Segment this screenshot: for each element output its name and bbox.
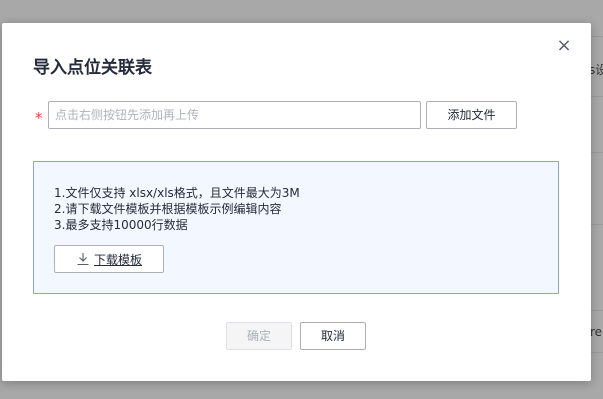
instruction-line: 1.文件仅支持 xlsx/xls格式，且文件最大为3M bbox=[54, 186, 300, 200]
import-dialog: 导入点位关联表 × * 添加文件 1.文件仅支持 xlsx/xls格式，且文件最… bbox=[2, 23, 591, 381]
add-file-button[interactable]: 添加文件 bbox=[426, 101, 517, 129]
dialog-title: 导入点位关联表 bbox=[33, 58, 152, 78]
bg-divider bbox=[591, 96, 603, 97]
bg-cell-text: s设 bbox=[589, 63, 603, 77]
bg-cell-text: re bbox=[590, 325, 603, 339]
download-template-button[interactable]: 下载模板 bbox=[54, 245, 164, 273]
close-icon[interactable]: × bbox=[555, 37, 573, 55]
cancel-button[interactable]: 取消 bbox=[300, 322, 366, 350]
required-mark: * bbox=[35, 109, 43, 127]
bg-divider bbox=[591, 36, 603, 37]
download-template-label: 下载模板 bbox=[93, 252, 142, 267]
download-icon bbox=[77, 253, 89, 266]
bg-divider bbox=[591, 152, 603, 153]
confirm-button[interactable]: 确定 bbox=[226, 322, 292, 350]
file-path-input[interactable] bbox=[48, 101, 421, 129]
bg-divider bbox=[591, 310, 603, 311]
instructions-panel: 1.文件仅支持 xlsx/xls格式，且文件最大为3M 2.请下载文件模板并根据… bbox=[33, 161, 559, 294]
bg-divider bbox=[591, 352, 603, 353]
instruction-line: 3.最多支持10000行数据 bbox=[54, 218, 188, 232]
bg-divider bbox=[591, 224, 603, 225]
instruction-line: 2.请下载文件模板并根据模板示例编辑内容 bbox=[54, 202, 282, 216]
